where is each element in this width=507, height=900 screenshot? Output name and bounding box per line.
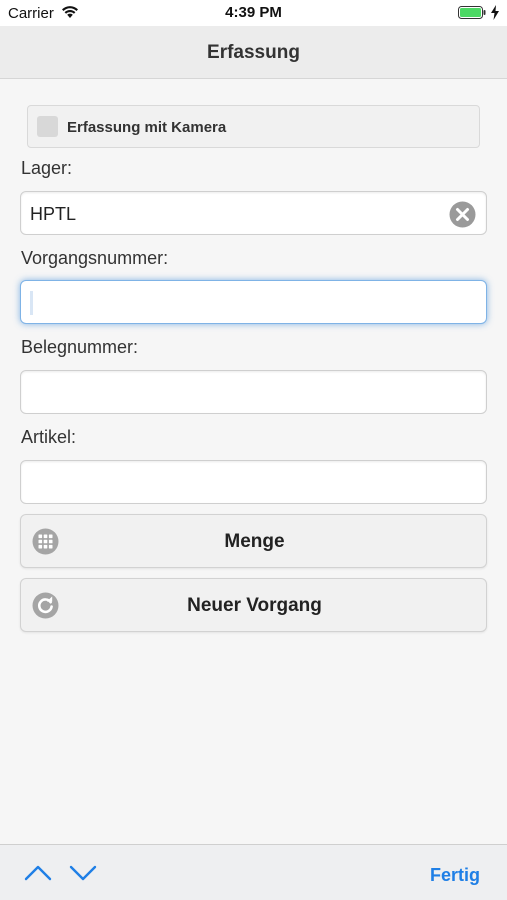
belegnummer-label: Belegnummer: (21, 337, 139, 357)
clear-icon[interactable] (449, 201, 476, 228)
lager-label: Lager: (21, 158, 73, 178)
navigation-bar: Erfassung (0, 26, 507, 79)
menge-button-label: Menge (224, 531, 285, 552)
camera-checkbox[interactable] (37, 116, 58, 137)
artikel-label: Artikel: (21, 427, 77, 447)
vorgangsnummer-label: Vorgangsnummer: (21, 248, 169, 268)
keyboard-toolbar: Fertig (0, 844, 507, 900)
neuer-vorgang-button[interactable]: Neuer Vorgang (20, 578, 487, 632)
artikel-field[interactable] (20, 460, 487, 504)
lager-field[interactable]: HPTL (20, 191, 487, 235)
camera-checkbox-label: Erfassung mit Kamera (67, 119, 227, 136)
vorgangsnummer-field[interactable] (20, 280, 487, 324)
clock-label: 4:39 PM (225, 4, 282, 21)
status-bar: Carrier 4:39 PM (0, 0, 507, 26)
neuer-vorgang-button-label: Neuer Vorgang (187, 595, 322, 616)
menge-button[interactable]: Menge (20, 514, 487, 568)
belegnummer-field[interactable] (20, 370, 487, 414)
page-title: Erfassung (207, 42, 300, 63)
camera-capture-toggle[interactable]: Erfassung mit Kamera (27, 105, 480, 148)
lager-value: HPTL (30, 204, 77, 224)
chevron-down-icon[interactable] (69, 863, 97, 883)
text-cursor (30, 291, 33, 315)
battery-icon (458, 6, 486, 19)
chevron-up-icon[interactable] (24, 863, 52, 883)
charging-icon (491, 5, 499, 20)
done-button[interactable]: Fertig (430, 865, 480, 886)
